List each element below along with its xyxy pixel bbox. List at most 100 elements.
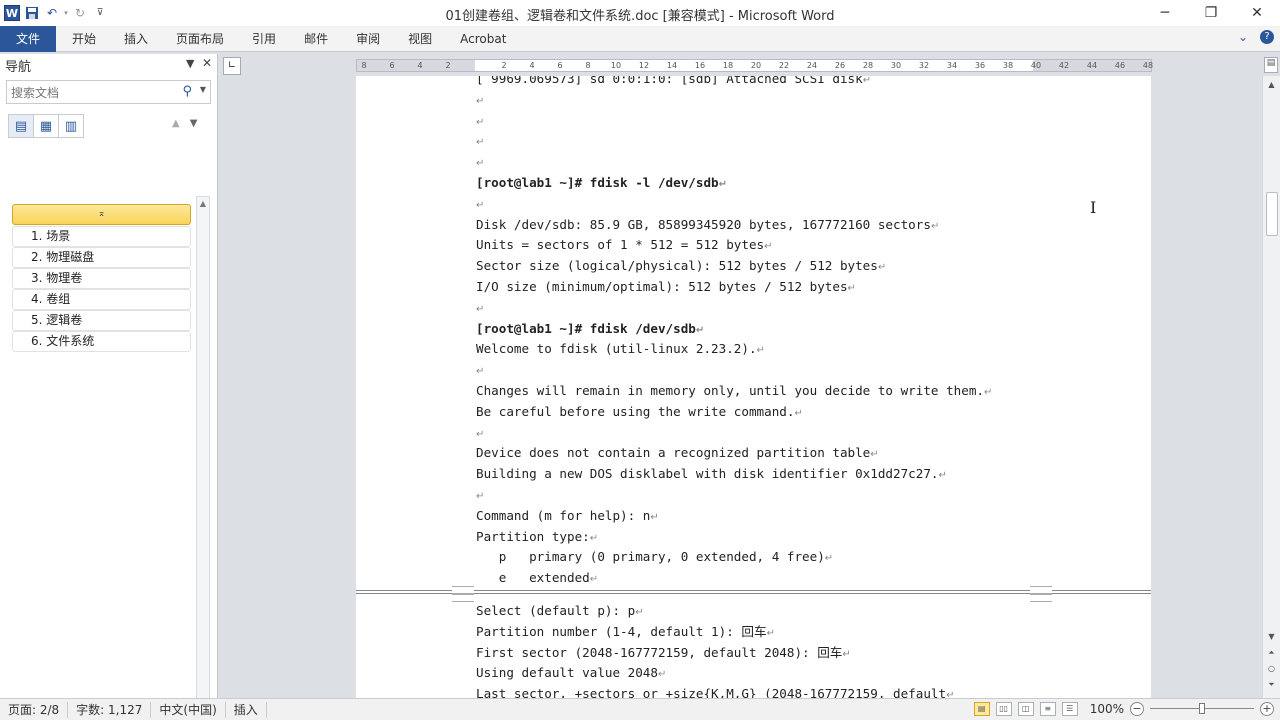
nav-top-heading[interactable]: ⌅ xyxy=(12,204,191,225)
customize-qat-icon[interactable]: ⊽ xyxy=(90,3,110,23)
word-app-icon[interactable]: W xyxy=(2,3,22,23)
document-page[interactable]: [ 9969.069573] sd 0:0:1:0: [sdb] Attache… xyxy=(356,76,1151,591)
nav-heading-item[interactable]: 2. 物理磁盘 xyxy=(12,247,191,268)
scroll-down-icon[interactable]: ▼ xyxy=(1263,632,1280,641)
tab-acrobat[interactable]: Acrobat xyxy=(446,26,520,52)
document-line[interactable]: First sector (2048-167772159, default 20… xyxy=(476,642,851,663)
tab-file[interactable]: 文件 xyxy=(0,25,56,52)
search-dropdown-icon[interactable]: ▼ xyxy=(200,85,206,94)
scroll-up-icon[interactable]: ▲ xyxy=(197,197,209,211)
document-line[interactable]: ↵ xyxy=(476,359,484,380)
document-page[interactable]: Select (default p): p↵ Partition number (… xyxy=(356,593,1151,698)
nav-heading-item[interactable]: 6. 文件系统 xyxy=(12,331,191,352)
document-line[interactable]: e extended↵ xyxy=(476,567,598,588)
outline-view-icon[interactable]: ≡ xyxy=(1039,702,1056,716)
nav-heading-item[interactable]: 1. 场景 xyxy=(12,226,191,247)
scroll-thumb[interactable] xyxy=(1266,192,1278,236)
restore-button[interactable]: ❐ xyxy=(1188,0,1234,26)
draft-view-icon[interactable]: ☰ xyxy=(1061,702,1078,716)
document-line[interactable]: ↵ xyxy=(476,110,484,131)
ribbon-collapse-icon[interactable]: ⌄ xyxy=(1238,30,1248,44)
document-line[interactable]: Disk /dev/sdb: 85.9 GB, 85899345920 byte… xyxy=(476,214,939,235)
document-line[interactable]: [ 9969.069573] sd 0:0:1:0: [sdb] Attache… xyxy=(476,76,871,89)
minimize-button[interactable]: ─ xyxy=(1142,0,1188,26)
zoom-level[interactable]: 100% xyxy=(1090,702,1124,716)
line-text: [ 9969.069573] sd 0:0:1:0: [sdb] Attache… xyxy=(476,76,863,86)
previous-page-icon[interactable]: ⏶ xyxy=(1263,648,1280,658)
help-icon[interactable]: ? xyxy=(1260,30,1274,44)
tab-mailings[interactable]: 邮件 xyxy=(290,26,342,52)
document-line[interactable]: ↵ xyxy=(476,193,484,214)
paragraph-mark: ↵ xyxy=(476,137,485,149)
language-indicator[interactable]: 中文(中国) xyxy=(151,701,226,718)
document-line[interactable]: I/O size (minimum/optimal): 512 bytes / … xyxy=(476,276,856,297)
document-line[interactable]: ↵ xyxy=(476,297,484,318)
document-line[interactable]: [root@lab1 ~]# fdisk -l /dev/sdb↵ xyxy=(476,172,727,193)
document-line[interactable]: Select (default p): p↵ xyxy=(476,600,644,621)
next-page-icon[interactable]: ⏷ xyxy=(1263,680,1280,690)
document-line[interactable]: p primary (0 primary, 0 extended, 4 free… xyxy=(476,546,833,567)
document-line[interactable]: Using default value 2048↵ xyxy=(476,662,666,683)
select-browse-object-icon[interactable]: ○ xyxy=(1263,664,1280,673)
document-line[interactable]: Command (m for help): n↵ xyxy=(476,505,659,526)
zoom-in-icon[interactable]: + xyxy=(1260,702,1274,716)
document-line[interactable]: ↵ xyxy=(476,484,484,505)
word-count[interactable]: 字数: 1,127 xyxy=(68,701,152,718)
scroll-up-icon[interactable]: ▲ xyxy=(1263,80,1280,89)
search-input[interactable]: 搜索文档 ⚲ ▼ xyxy=(6,80,211,104)
undo-icon[interactable]: ↶ xyxy=(42,3,62,23)
full-screen-reading-icon[interactable]: ▯▯ xyxy=(995,702,1012,716)
pages-view-icon[interactable]: ▦ xyxy=(33,114,59,138)
horizontal-ruler[interactable]: 8 6 4 2 2 4 6 8 10 12 14 16 18 20 22 24 26 28 30 32 34 36 38 40… xyxy=(356,59,1153,72)
web-layout-icon[interactable]: ◫ xyxy=(1017,702,1034,716)
document-line[interactable]: Partition number (1-4, default 1): 回车↵ xyxy=(476,621,775,642)
print-layout-icon[interactable]: ▤ xyxy=(973,702,990,716)
view-ruler-icon[interactable]: ▤ xyxy=(1264,57,1278,73)
tab-insert[interactable]: 插入 xyxy=(110,26,162,52)
nav-heading-item[interactable]: 5. 逻辑卷 xyxy=(12,310,191,331)
tab-references[interactable]: 引用 xyxy=(238,26,290,52)
next-heading-icon[interactable]: ▼ xyxy=(190,118,198,129)
document-area[interactable]: [ 9969.069573] sd 0:0:1:0: [sdb] Attache… xyxy=(219,76,1262,698)
document-line[interactable]: ↵ xyxy=(476,151,484,172)
vertical-scrollbar[interactable]: ▲ ▼ ⏶ ○ ⏷ xyxy=(1262,76,1280,698)
nav-options-icon[interactable]: ▼ xyxy=(186,57,194,70)
tab-home[interactable]: 开始 xyxy=(58,26,110,52)
search-icon[interactable]: ⚲ xyxy=(182,84,192,99)
document-line[interactable]: [root@lab1 ~]# fdisk /dev/sdb↵ xyxy=(476,318,704,339)
document-line[interactable]: Partition type:↵ xyxy=(476,526,598,547)
document-line[interactable]: Be careful before using the write comman… xyxy=(476,401,803,422)
document-line[interactable]: Device does not contain a recognized par… xyxy=(476,442,879,463)
page-count[interactable]: 页面: 2/8 xyxy=(0,701,69,718)
insert-mode-indicator[interactable]: 插入 xyxy=(226,701,267,718)
tab-view[interactable]: 视图 xyxy=(394,26,446,52)
tab-review[interactable]: 审阅 xyxy=(342,26,394,52)
save-icon[interactable] xyxy=(22,3,42,23)
results-view-icon[interactable]: ▥ xyxy=(58,114,84,138)
document-line[interactable]: ↵ xyxy=(476,422,484,443)
nav-scrollbar[interactable]: ▲ ▼ xyxy=(196,196,210,720)
zoom-out-icon[interactable]: − xyxy=(1130,702,1144,716)
tab-page-layout[interactable]: 页面布局 xyxy=(162,26,238,52)
document-line[interactable]: ↵ xyxy=(476,89,484,110)
nav-heading-item[interactable]: 4. 卷组 xyxy=(12,289,191,310)
document-line[interactable]: Last sector, +sectors or +size{K,M,G} (2… xyxy=(476,683,954,698)
document-line[interactable]: ↵ xyxy=(476,130,484,151)
document-line[interactable]: Building a new DOS disklabel with disk i… xyxy=(476,463,947,484)
document-line[interactable]: Welcome to fdisk (util-linux 2.23.2).↵ xyxy=(476,338,765,359)
headings-view-icon[interactable]: ▤ xyxy=(8,114,34,138)
nav-close-icon[interactable]: ✕ xyxy=(202,56,212,70)
zoom-slider[interactable] xyxy=(1150,702,1254,716)
ruler-tick-label: 16 xyxy=(694,61,706,70)
previous-heading-icon[interactable]: ▲ xyxy=(172,118,180,129)
document-line[interactable]: Units = sectors of 1 * 512 = 512 bytes↵ xyxy=(476,234,773,255)
close-button[interactable]: ✕ xyxy=(1234,0,1280,26)
paragraph-mark: ↵ xyxy=(824,553,834,565)
zoom-slider-knob[interactable] xyxy=(1199,703,1205,714)
undo-dropdown-icon[interactable]: ▾ xyxy=(62,3,70,23)
document-line[interactable]: Sector size (logical/physical): 512 byte… xyxy=(476,255,886,276)
redo-icon[interactable]: ↻ xyxy=(70,3,90,23)
nav-heading-item[interactable]: 3. 物理卷 xyxy=(12,268,191,289)
tab-selector[interactable]: ∟ xyxy=(223,57,241,75)
document-line[interactable]: Changes will remain in memory only, unti… xyxy=(476,380,992,401)
